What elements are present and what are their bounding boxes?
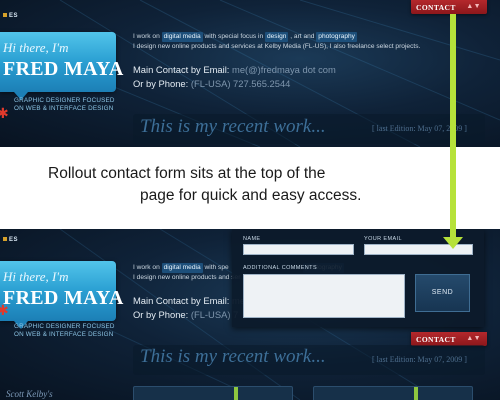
email-line: Main Contact by Email: me(@)fredmaya dot…	[133, 64, 336, 75]
contact-tab[interactable]: CONTACT ▲▼	[411, 0, 487, 14]
contact-tab[interactable]: CONTACT ▲▼	[411, 332, 487, 346]
flag-icon	[3, 13, 7, 18]
tag-digital-media[interactable]: digital media	[161, 32, 203, 42]
comments-textarea[interactable]	[243, 274, 405, 318]
phone-line: Or by Phone: (FL-USA) 727.565.2544	[133, 78, 291, 89]
email-line: Main Contact by Email: me	[133, 295, 245, 306]
tag-photography[interactable]: photography	[316, 32, 357, 42]
toggle-arrow-icon: ▲▼	[466, 2, 481, 10]
recent-work-heading: This is my recent work...	[140, 116, 326, 137]
thumb-accent	[234, 387, 238, 400]
caption-line-1: Rollout contact form sits at the top of …	[48, 165, 326, 182]
tag-digital-media[interactable]: digital media	[161, 263, 203, 273]
name-card: Hi there, I'm FRED MAYA	[0, 261, 123, 321]
portfolio-thumbnails	[133, 386, 485, 400]
name-input[interactable]	[243, 244, 354, 255]
flag-icon	[3, 237, 7, 242]
portfolio-thumb[interactable]	[313, 386, 473, 400]
phone-line: Or by Phone: (FL-USA) 7	[133, 309, 239, 320]
recent-work-heading: This is my recent work...	[140, 346, 326, 367]
send-button[interactable]: SEND	[415, 274, 470, 312]
intro-text: I work on digital media with special foc…	[133, 32, 421, 50]
last-edition-text: [ last Edition: May 07, 2009 ]	[372, 355, 467, 364]
caption-line-2: page for quick and easy access.	[140, 187, 362, 204]
language-selector[interactable]: ES	[0, 234, 26, 246]
card-subtitle: GRAPHIC DESIGNER FOCUSED ON WEB & INTERF…	[14, 97, 115, 112]
comments-label: ADDITIONAL COMMENTS	[243, 265, 318, 271]
language-selector[interactable]: ES	[0, 10, 26, 22]
page-screenshot-bottom: ES Hi there, I'm FRED MAYA GRAPHIC DESIG…	[0, 229, 500, 400]
starburst-icon: ✱	[0, 105, 9, 121]
callout-arrow-line	[450, 14, 456, 239]
name-card: Hi there, I'm FRED MAYA	[0, 32, 123, 92]
callout-arrow-head-icon	[443, 237, 463, 249]
email-label: YOUR EMAIL	[364, 236, 402, 242]
email-value[interactable]: me(@)fredmaya dot com	[232, 64, 336, 75]
starburst-icon: ✱	[0, 302, 9, 318]
greeting-text: Hi there, I'm	[3, 40, 69, 55]
thumb-accent	[414, 387, 418, 400]
name-label: NAME	[243, 236, 261, 242]
phone-value: (FL-USA) 727.565.2544	[190, 78, 291, 89]
tag-design[interactable]: design	[264, 32, 289, 42]
name-title: FRED MAYA	[3, 58, 124, 80]
greeting-text: Hi there, I'm	[3, 269, 69, 284]
card-subtitle: GRAPHIC DESIGNER FOCUSED ON WEB & INTERF…	[14, 323, 115, 338]
page-screenshot-top: ES Hi there, I'm FRED MAYA GRAPHIC DESIG…	[0, 0, 500, 147]
name-title: FRED MAYA	[3, 287, 124, 309]
toggle-arrow-icon: ▲▼	[466, 334, 481, 342]
scott-kelby-label: Scott Kelby's	[6, 389, 53, 399]
portfolio-thumb[interactable]	[133, 386, 293, 400]
caption-band: Rollout contact form sits at the top of …	[0, 147, 500, 229]
